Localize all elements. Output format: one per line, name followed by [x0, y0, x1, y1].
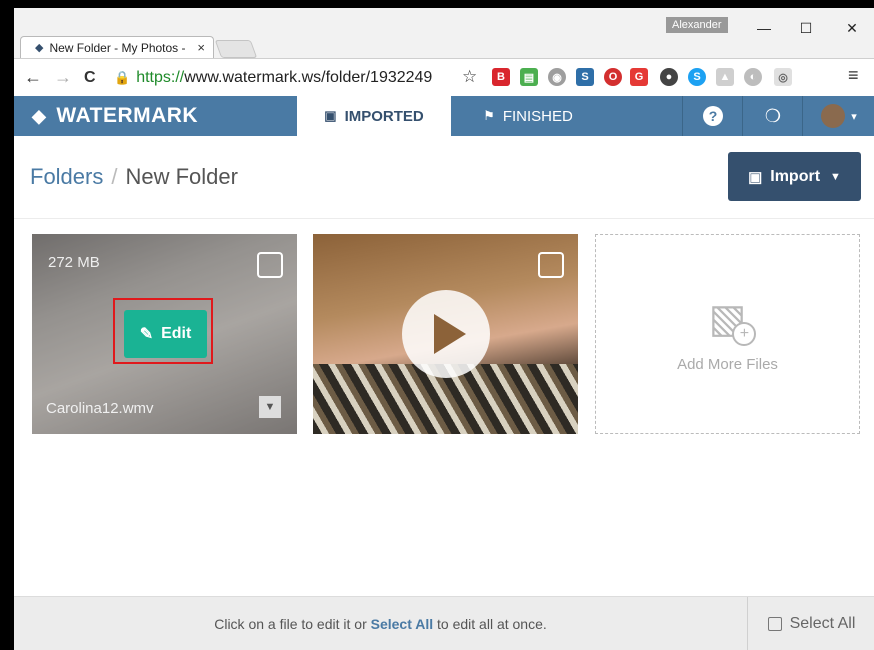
close-window-icon[interactable]: ✕	[842, 20, 862, 37]
tab-title: New Folder - My Photos -	[49, 40, 186, 55]
footer-select-all-link[interactable]: Select All	[371, 616, 434, 632]
browser-menu-icon[interactable]: ≡	[848, 65, 859, 86]
breadcrumb-current: New Folder	[125, 164, 238, 189]
add-image-icon: ▧ +	[709, 296, 757, 346]
extension-globe-icon[interactable]: ◉	[548, 68, 566, 86]
chat-button[interactable]: ❍	[742, 96, 803, 136]
back-icon[interactable]: ←	[24, 67, 42, 88]
file-select-checkbox[interactable]	[257, 252, 283, 278]
extension-b-icon[interactable]: B	[492, 68, 510, 86]
flag-icon: ⚑	[483, 108, 495, 123]
file-name: Carolina12.wmv	[46, 400, 154, 417]
app-navbar: ◆ WATERMARK ▣ IMPORTED ⚑ FINISHED ? ❍ ▾	[14, 96, 874, 136]
browser-toolbar: ← → C 🔒 https://www.watermark.ws/folder/…	[14, 58, 874, 97]
brand-logo[interactable]: ◆ WATERMARK	[32, 104, 198, 128]
import-button[interactable]: ▣ Import ▼	[728, 152, 861, 201]
reload-icon[interactable]: C	[84, 69, 96, 87]
caret-down-icon: ▼	[830, 170, 841, 183]
address-bar[interactable]: 🔒 https://www.watermark.ws/folder/193224…	[114, 67, 444, 89]
main-content: Folders / New Folder ▣ Import ▼ 272 MB ✎ E…	[14, 136, 874, 596]
new-tab-button[interactable]	[214, 40, 258, 58]
tab-finished[interactable]: ⚑ FINISHED	[451, 96, 605, 136]
url-scheme: https://	[136, 69, 185, 86]
extension-badge-icon[interactable]: G	[630, 68, 648, 86]
extension-s-icon[interactable]: S	[576, 68, 594, 86]
watermark-logo-icon: ◆	[32, 105, 47, 126]
opera-icon[interactable]: O	[604, 68, 622, 86]
import-label: Import	[770, 167, 821, 185]
maximize-icon[interactable]: ☐	[796, 20, 816, 37]
footer-bar: Click on a file to edit it or Select All…	[14, 596, 874, 650]
breadcrumb-separator: /	[111, 164, 118, 189]
bookmark-star-icon[interactable]: ☆	[462, 67, 477, 87]
forward-icon[interactable]: →	[54, 67, 72, 88]
minimize-icon[interactable]: —	[754, 20, 774, 36]
file-size: 272 MB	[48, 254, 100, 271]
footer-msg-suffix: to edit all at once.	[433, 616, 547, 632]
tab-imported[interactable]: ▣ IMPORTED	[297, 96, 451, 136]
add-more-label: Add More Files	[677, 355, 778, 373]
select-all-label: Select All	[789, 615, 856, 632]
tab-finished-label: FINISHED	[502, 107, 573, 125]
watermark-favicon-icon: ◆	[35, 42, 44, 54]
page-header: Folders / New Folder ▣ Import ▼	[14, 136, 874, 219]
images-icon: ▣	[324, 108, 337, 123]
user-menu[interactable]: ▾	[802, 96, 874, 136]
footer-msg-prefix: Click on a file to edit it or	[214, 616, 371, 632]
brand-name: WATERMARK	[56, 104, 199, 127]
help-button[interactable]: ?	[682, 96, 743, 136]
select-all-checkbox[interactable]	[767, 617, 782, 631]
file-select-checkbox[interactable]	[538, 252, 564, 278]
extension-swirl-icon[interactable]: ◐	[744, 68, 762, 86]
avatar	[821, 104, 846, 128]
help-icon: ?	[703, 106, 723, 126]
chevron-down-icon: ▾	[851, 110, 857, 123]
url-text: www.watermark.ws/folder/1932249	[184, 69, 433, 86]
highlight-annotation-box	[113, 298, 213, 364]
breadcrumb: Folders / New Folder	[30, 164, 238, 190]
extension-dark-icon[interactable]: ●	[660, 68, 678, 86]
extension-camera-icon[interactable]: ◎	[774, 68, 792, 86]
file-card-video[interactable]	[313, 234, 578, 434]
add-more-files-dropzone[interactable]: ▧ + Add More Files	[595, 234, 860, 434]
footer-message: Click on a file to edit it or Select All…	[14, 616, 747, 632]
skype-icon[interactable]: S	[688, 68, 706, 86]
extension-green-icon[interactable]: ▤	[520, 68, 538, 86]
select-all-toggle[interactable]: Select All	[747, 597, 874, 650]
play-icon[interactable]	[402, 290, 490, 378]
breadcrumb-folders-link[interactable]: Folders	[30, 164, 103, 189]
browser-window: ◆ New Folder - My Photos - × Alexander —…	[14, 8, 874, 650]
tab-imported-label: IMPORTED	[344, 107, 424, 125]
tab-strip: ◆ New Folder - My Photos - × Alexander —…	[14, 8, 874, 58]
images-icon: ▣	[748, 168, 763, 186]
chat-icon: ❍	[764, 105, 782, 126]
lock-icon: 🔒	[114, 70, 131, 85]
browser-tab[interactable]: ◆ New Folder - My Photos - ×	[20, 36, 214, 58]
extension-grey-icon[interactable]: ▲	[716, 68, 734, 86]
file-menu-caret-icon[interactable]: ▼	[259, 396, 281, 418]
tab-close-icon[interactable]: ×	[197, 40, 205, 55]
profile-name-badge[interactable]: Alexander	[666, 17, 728, 33]
